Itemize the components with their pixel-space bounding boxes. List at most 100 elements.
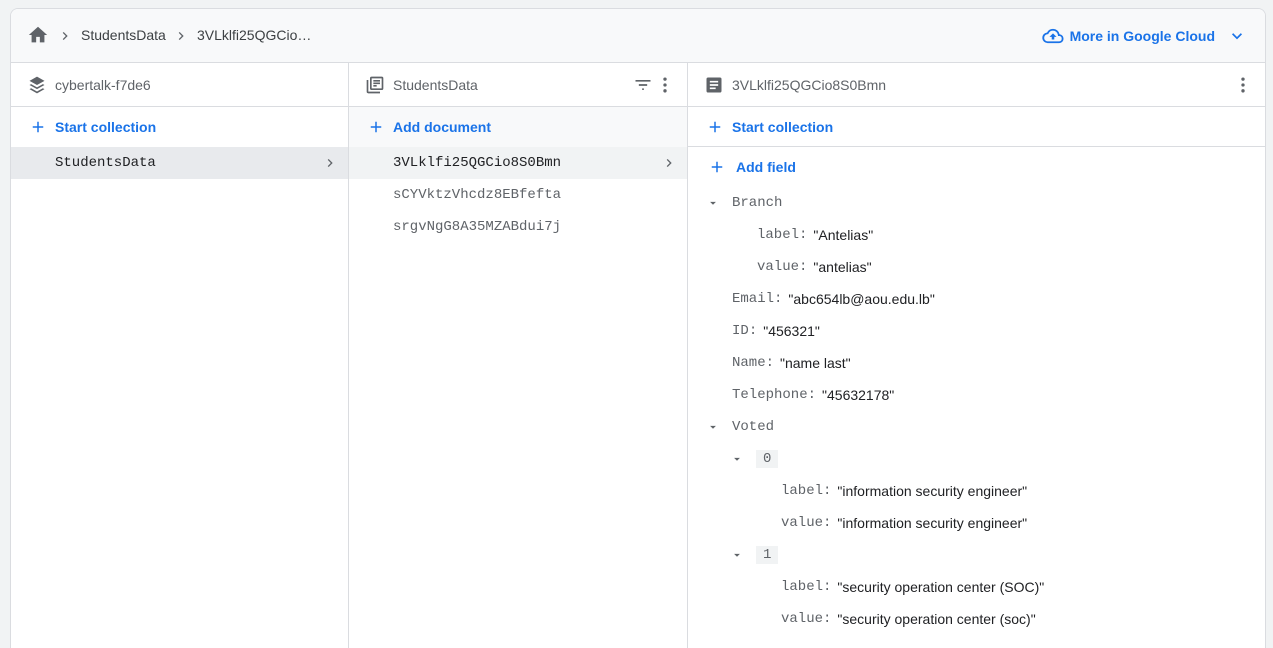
document-title: 3VLklfi25QGCio8S0Bmn <box>732 76 887 93</box>
more-in-google-cloud-button[interactable]: More in Google Cloud <box>1041 23 1247 49</box>
field-colon: : <box>765 355 775 371</box>
field-row-branch[interactable]: Branch <box>706 187 782 219</box>
breadcrumb-collection[interactable]: StudentsData <box>81 27 166 43</box>
field-value: "information security engineer" <box>837 515 1028 531</box>
database-stack-icon <box>29 76 45 93</box>
field-row-id[interactable]: ID: "456321" <box>732 315 820 347</box>
more-vert-icon[interactable] <box>1233 75 1253 95</box>
field-row-email[interactable]: Email: "abc654lb@aou.edu.lb" <box>732 283 935 315</box>
field-colon: : <box>799 227 808 243</box>
field-colon: : <box>823 483 832 499</box>
field-key: Telephone <box>732 387 808 403</box>
field-colon: : <box>823 611 832 627</box>
more-vert-icon[interactable] <box>655 75 675 95</box>
array-index-badge: 0 <box>756 450 779 468</box>
home-icon[interactable] <box>27 24 49 46</box>
chevron-right-icon <box>666 159 672 167</box>
field-row[interactable]: value: "information security engineer" <box>781 507 1027 539</box>
chevron-right-icon <box>62 32 68 40</box>
field-value: "antelias" <box>813 259 872 275</box>
field-value: "45632178" <box>822 387 895 403</box>
caret-down-icon[interactable] <box>706 420 720 434</box>
start-subcollection-button[interactable]: Start collection <box>688 107 1265 147</box>
document-panel-header: 3VLklfi25QGCio8S0Bmn <box>688 63 1265 107</box>
add-document-label: Add document <box>393 119 491 135</box>
field-colon: : <box>774 291 783 307</box>
document-id: sCYVktzVhcdz8EBfefta <box>393 187 562 203</box>
plus-icon <box>32 121 44 133</box>
field-value: "Antelias" <box>813 227 874 243</box>
plus-icon <box>709 121 721 132</box>
field-row[interactable]: label: "information security engineer" <box>781 475 1027 507</box>
caret-down-icon[interactable] <box>730 452 744 466</box>
collection-panel-header: StudentsData <box>349 63 687 107</box>
field-key: label <box>781 483 824 499</box>
field-key: label <box>781 579 824 595</box>
field-key: value <box>781 515 824 531</box>
document-icon <box>706 77 722 92</box>
root-panel: cybertalk-f7de6 Start collection Student… <box>11 63 349 648</box>
array-index-badge: 1 <box>756 546 779 564</box>
document-id: srgvNgG8A35MZABdui7j <box>393 219 562 235</box>
field-row-telephone[interactable]: Telephone: "45632178" <box>732 379 894 411</box>
field-value: "456321" <box>763 323 820 339</box>
field-key: value <box>757 259 800 275</box>
field-key: Email <box>732 291 775 307</box>
plus-icon <box>711 161 723 173</box>
field-row[interactable]: value: "security operation center (soc)" <box>781 603 1036 635</box>
field-value: "information security engineer" <box>837 483 1028 499</box>
field-key: Name <box>732 355 766 371</box>
caret-down-icon[interactable] <box>730 548 744 562</box>
document-panel: 3VLklfi25QGCio8S0Bmn Start collection Ad… <box>688 63 1265 648</box>
field-colon: : <box>823 579 832 595</box>
field-value: "name last" <box>780 355 851 371</box>
chevron-right-icon <box>178 32 184 40</box>
array-item-row[interactable]: 0 <box>730 443 779 475</box>
field-key: Voted <box>732 419 775 435</box>
array-item-row[interactable]: 1 <box>730 539 779 571</box>
collection-item-studentsdata[interactable]: StudentsData <box>11 147 348 179</box>
plus-icon <box>370 121 382 133</box>
start-collection-button[interactable]: Start collection <box>11 107 348 147</box>
collection-title: StudentsData <box>393 76 478 93</box>
field-row[interactable]: label: "security operation center (SOC)" <box>781 571 1044 603</box>
caret-down-icon[interactable] <box>706 196 720 210</box>
field-value: "security operation center (soc)" <box>837 611 1036 627</box>
root-panel-header: cybertalk-f7de6 <box>11 63 348 107</box>
field-row-voted[interactable]: Voted <box>706 411 774 443</box>
document-item[interactable]: srgvNgG8A35MZABdui7j <box>349 211 687 243</box>
breadcrumb-bar: StudentsData 3VLklfi25QGCio… More in Goo… <box>11 9 1265 63</box>
chevron-right-icon <box>327 159 333 167</box>
field-value: "security operation center (SOC)" <box>837 579 1045 595</box>
field-key: Branch <box>732 195 783 211</box>
field-key: ID <box>732 323 749 339</box>
filter-icon[interactable] <box>633 75 653 95</box>
collection-item-label: StudentsData <box>55 155 156 171</box>
field-key: value <box>781 611 824 627</box>
add-document-button[interactable]: Add document <box>349 107 687 147</box>
field-colon: : <box>807 387 817 403</box>
more-in-google-cloud-label: More in Google Cloud <box>1069 28 1215 44</box>
field-colon: : <box>799 259 808 275</box>
field-value: "abc654lb@aou.edu.lb" <box>788 291 935 307</box>
collection-icon <box>366 76 384 93</box>
add-field-label: Add field <box>736 159 796 175</box>
document-item[interactable]: 3VLklfi25QGCio8S0Bmn <box>349 147 687 179</box>
field-colon: : <box>823 515 832 531</box>
field-key: label <box>757 227 800 243</box>
project-title: cybertalk-f7de6 <box>55 76 151 93</box>
firestore-data-viewer: StudentsData 3VLklfi25QGCio… More in Goo… <box>10 8 1266 648</box>
collection-panel: StudentsData Add document 3VLklfi25QGCio… <box>349 63 688 648</box>
field-row[interactable]: value: "antelias" <box>757 251 872 283</box>
field-row[interactable]: label: "Antelias" <box>757 219 873 251</box>
breadcrumb-document[interactable]: 3VLklfi25QGCio… <box>197 27 311 43</box>
field-row-name[interactable]: Name: "name last" <box>732 347 851 379</box>
field-colon: : <box>748 323 758 339</box>
add-field-button[interactable]: Add field <box>688 147 1265 187</box>
start-collection-label: Start collection <box>55 119 157 135</box>
start-collection-label: Start collection <box>732 118 834 135</box>
document-id: 3VLklfi25QGCio8S0Bmn <box>393 155 562 171</box>
document-item[interactable]: sCYVktzVhcdz8EBfefta <box>349 179 687 211</box>
chevron-down-icon <box>1232 33 1242 40</box>
cloud-upload-icon <box>1041 28 1064 44</box>
